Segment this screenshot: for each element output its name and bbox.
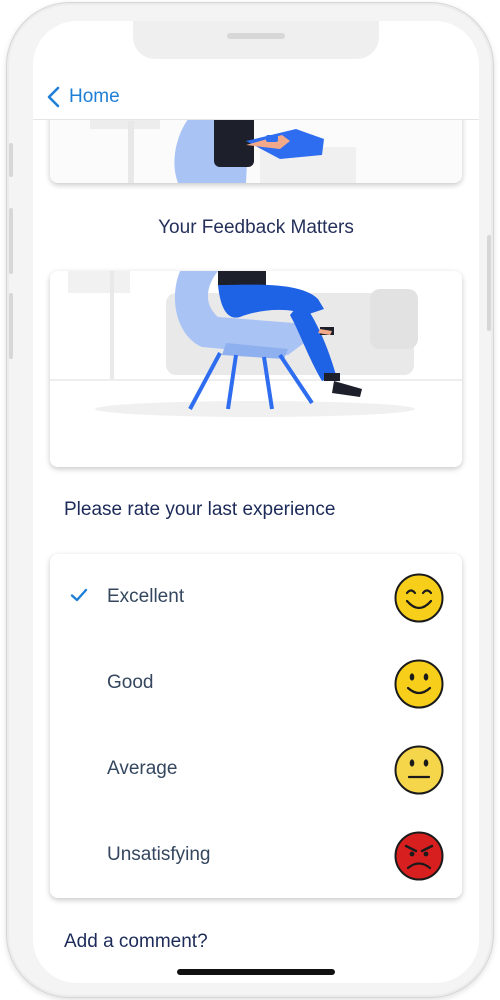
chevron-left-icon	[47, 86, 60, 108]
rating-option-label: Excellent	[107, 586, 185, 607]
mute-switch	[9, 143, 13, 177]
power-button	[487, 235, 491, 331]
home-indicator[interactable]	[177, 969, 335, 975]
phone-screen: Your Feedback Matters Please rate your l…	[33, 21, 479, 983]
volume-down-button	[9, 293, 13, 359]
rating-option-label: Unsatisfying	[107, 844, 211, 865]
angry-face-icon	[394, 831, 444, 881]
volume-up-button	[9, 208, 13, 274]
rating-option-average[interactable]: Average	[50, 726, 462, 812]
rating-option-label: Average	[107, 758, 178, 779]
speaker-grille	[227, 33, 285, 39]
illustration-card	[50, 271, 462, 467]
feedback-title: Your Feedback Matters	[158, 217, 354, 238]
navigation-bar: Home	[33, 73, 479, 120]
grinning-face-icon	[394, 573, 444, 623]
rating-prompt: Please rate your last experience	[64, 499, 336, 520]
comment-title: Add a comment?	[64, 931, 208, 952]
neutral-face-icon	[394, 745, 444, 795]
back-button[interactable]: Home	[45, 85, 120, 109]
back-button-label: Home	[69, 86, 120, 107]
phone-frame: Your Feedback Matters Please rate your l…	[6, 2, 494, 998]
checkmark-icon	[70, 588, 88, 602]
rating-option-unsatisfying[interactable]: Unsatisfying	[50, 812, 462, 898]
smiling-face-icon	[394, 659, 444, 709]
scroll-content[interactable]: Your Feedback Matters Please rate your l…	[33, 21, 479, 983]
rating-option-good[interactable]: Good	[50, 640, 462, 726]
person-in-chair-illustration	[50, 271, 462, 467]
rating-option-excellent[interactable]: Excellent	[50, 554, 462, 640]
rating-option-label: Good	[107, 672, 154, 693]
notch	[133, 21, 379, 59]
rating-options-card: Excellent Good Average Unsatisfying	[50, 554, 462, 898]
